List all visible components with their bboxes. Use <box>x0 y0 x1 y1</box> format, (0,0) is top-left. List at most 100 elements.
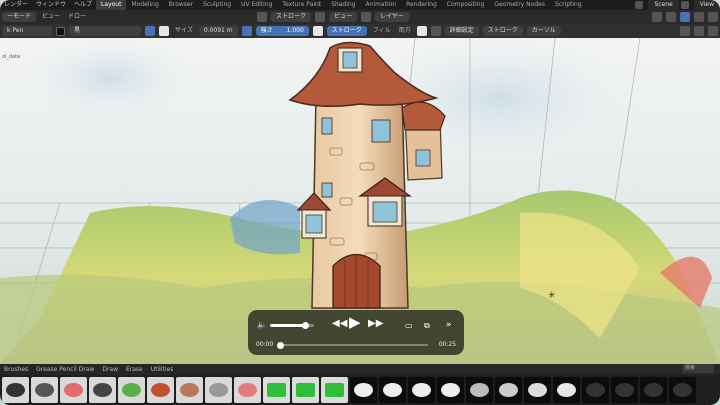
camera-view-icon[interactable] <box>694 26 704 36</box>
brush-tile[interactable] <box>234 377 261 403</box>
menu-window[interactable]: ウィンドウ <box>32 0 70 10</box>
volume-slider[interactable] <box>270 322 314 329</box>
pressure-strength-icon[interactable] <box>312 26 323 36</box>
menu-render[interactable]: レンダー <box>0 0 32 10</box>
overlay-toggle-icon[interactable] <box>652 12 662 22</box>
stroke-menu-dropdown[interactable]: ストローク <box>482 26 523 36</box>
advanced-dropdown[interactable]: 詳細設定 <box>444 26 479 36</box>
shelf-tab-draw[interactable]: Draw <box>98 364 122 375</box>
workspace-tab-layout[interactable]: Layout <box>96 0 127 10</box>
brush-tile[interactable] <box>524 377 551 403</box>
brush-tile[interactable] <box>31 377 58 403</box>
shading-solid-icon[interactable] <box>680 12 690 22</box>
brush-tile[interactable] <box>321 377 348 403</box>
shelf-tab-grease-pencil-draw[interactable]: Grease Pencil Draw <box>32 364 98 375</box>
draw-menu[interactable]: ドロー <box>64 12 90 22</box>
workspace-tab-scripting[interactable]: Scripting <box>550 0 587 10</box>
material-selector[interactable]: 黒 <box>69 26 141 36</box>
view-layer-selector[interactable]: View <box>693 0 720 10</box>
workspace-tab-browser[interactable]: Browser <box>164 0 198 10</box>
playback-scrubber[interactable] <box>277 341 428 349</box>
3d-viewport[interactable]: ✳ ol_data 🔈 ◀◀ ▶ ▶▶ ▭ ⧉ » 00:00 00:25 <box>0 38 720 364</box>
brush-tile[interactable] <box>408 377 435 403</box>
brush-tile[interactable] <box>205 377 232 403</box>
volume-icon[interactable]: 🔈 <box>257 320 267 329</box>
workspace-tab-geometry-nodes[interactable]: Geometry Nodes <box>489 0 550 10</box>
play-icon[interactable]: ▶ <box>349 315 361 330</box>
shading-rendered-icon[interactable] <box>708 12 718 22</box>
size-field[interactable]: 0.0091 m <box>198 26 238 36</box>
strength-field[interactable]: 強さ 1.000 <box>255 26 309 36</box>
rewind-icon[interactable]: ◀◀ <box>332 318 347 330</box>
stroke-placement-dropdown[interactable]: ストローク <box>271 12 312 22</box>
shelf-tab-brushes[interactable]: Brushes <box>0 364 32 375</box>
brush-selector[interactable]: k Pen <box>2 26 52 36</box>
mode-dropdown[interactable]: ーモード <box>2 12 37 22</box>
turret-window <box>415 149 431 167</box>
view-plane-dropdown[interactable]: ビュー <box>329 12 358 22</box>
shelf-search-input[interactable]: 検索 <box>682 364 714 373</box>
reset-icon[interactable] <box>430 26 441 36</box>
shelf-tab-utilities[interactable]: Utilities <box>147 364 178 375</box>
brush-tile[interactable] <box>669 377 696 403</box>
airplay-icon[interactable]: ⧉ <box>424 320 430 332</box>
brush-preview-icon <box>93 383 112 397</box>
workspace-tab-sculpting[interactable]: Sculpting <box>198 0 236 10</box>
brush-tile[interactable] <box>466 377 493 403</box>
brush-color-swatch[interactable] <box>56 26 65 36</box>
brush-tile[interactable] <box>553 377 580 403</box>
brush-tile[interactable] <box>292 377 319 403</box>
cycle-icon[interactable] <box>416 26 427 36</box>
cursor-menu-dropdown[interactable]: カーソル <box>526 26 561 36</box>
menu-help[interactable]: ヘルプ <box>70 0 96 10</box>
brush-tile[interactable] <box>611 377 638 403</box>
workspace-tab-uv-editing[interactable]: UV Editing <box>236 0 277 10</box>
brush-tile[interactable] <box>176 377 203 403</box>
attic-window <box>342 51 358 69</box>
scrubber-knob[interactable] <box>277 341 284 349</box>
brush-tile[interactable] <box>582 377 609 403</box>
workspace-tab-texture-paint[interactable]: Texture Paint <box>277 0 326 10</box>
workspace-tab-shading[interactable]: Shading <box>326 0 360 10</box>
eraser-icon[interactable] <box>159 26 169 36</box>
workspace-tab-modeling[interactable]: Modeling <box>126 0 163 10</box>
brush-tile[interactable] <box>379 377 406 403</box>
link-material-icon[interactable] <box>145 26 155 36</box>
volume-fill <box>270 324 306 327</box>
both-mode-button[interactable]: 両方 <box>395 26 415 36</box>
shading-material-icon[interactable] <box>694 12 704 22</box>
layer-dropdown[interactable]: レイヤー <box>375 12 409 22</box>
more-options-icon[interactable]: » <box>446 319 452 331</box>
fill-mode-button[interactable]: フィル <box>369 26 395 36</box>
brush-tile[interactable] <box>350 377 377 403</box>
brush-tile[interactable] <box>437 377 464 403</box>
brush-tile[interactable] <box>147 377 174 403</box>
stroke-mode-button[interactable]: ストローク <box>326 26 367 36</box>
layer-icon <box>361 12 372 22</box>
volume-knob[interactable] <box>301 322 309 329</box>
picture-in-picture-icon[interactable]: ▭ <box>405 320 413 332</box>
workspace-tab-animation[interactable]: Animation <box>361 0 402 10</box>
gizmo-toggle-icon[interactable] <box>666 12 676 22</box>
grid-view-icon[interactable] <box>680 26 690 36</box>
brush-tile[interactable] <box>60 377 87 403</box>
workspace-tab-rendering[interactable]: Rendering <box>401 0 442 10</box>
dormer-window <box>305 214 323 234</box>
pressure-size-icon[interactable] <box>241 26 252 36</box>
fast-forward-icon[interactable]: ▶▶ <box>368 318 383 330</box>
workspace-tab-compositing[interactable]: Compositing <box>442 0 490 10</box>
brush-cursor-icon: ✳ <box>548 291 556 301</box>
brush-preview-icon <box>325 383 344 397</box>
scene-selector[interactable]: Scene <box>648 0 679 10</box>
brush-tile[interactable] <box>495 377 522 403</box>
brush-tile[interactable] <box>640 377 667 403</box>
shelf-tab-erase[interactable]: Erase <box>122 364 147 375</box>
hand-pan-icon[interactable] <box>708 26 718 36</box>
menu-right-group: Scene View <box>633 0 720 10</box>
brush-tile[interactable] <box>118 377 145 403</box>
current-time: 00:00 <box>256 341 274 348</box>
brush-tile[interactable] <box>263 377 290 403</box>
view-menu[interactable]: ビュー <box>38 12 64 22</box>
brush-tile[interactable] <box>89 377 116 403</box>
brush-tile[interactable] <box>2 377 29 403</box>
